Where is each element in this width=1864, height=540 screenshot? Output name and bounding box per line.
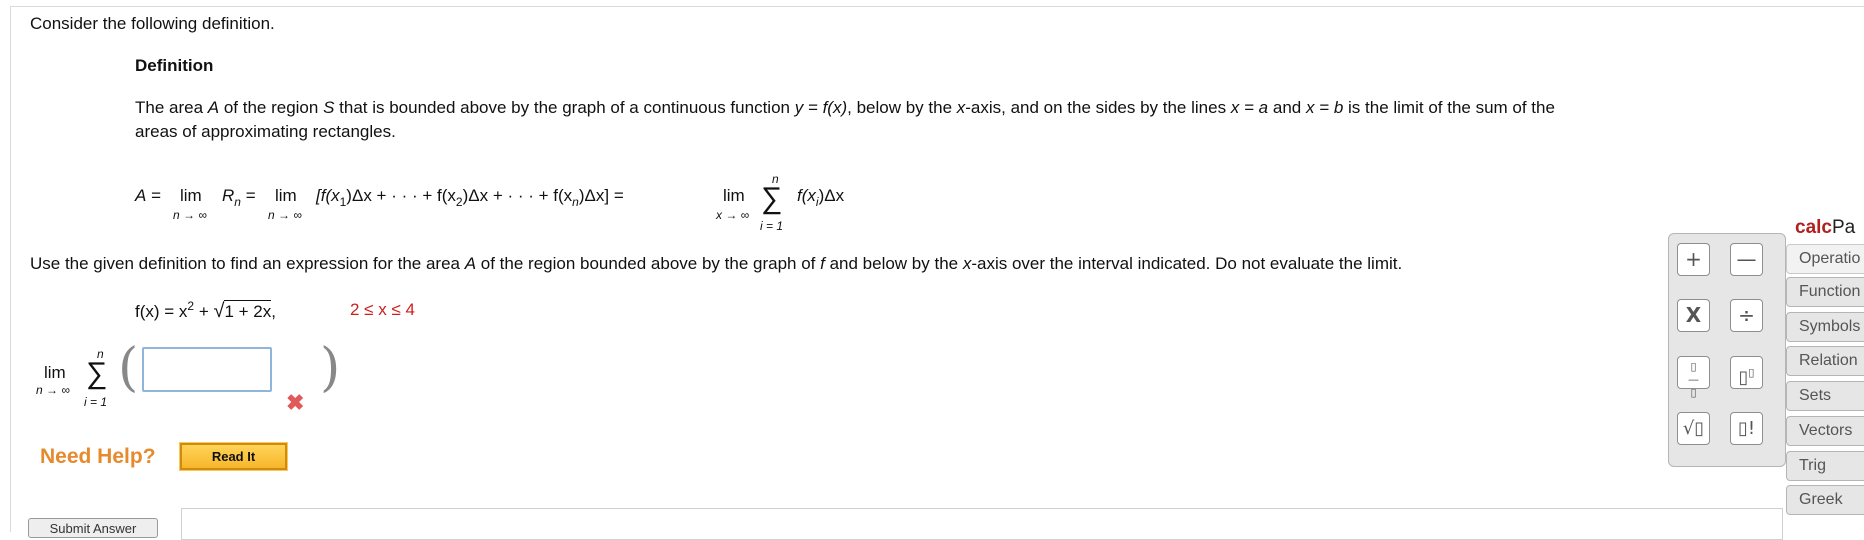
tab-trig[interactable]: Trig [1786, 451, 1864, 481]
rn-term: Rn = [222, 186, 256, 209]
need-help-label: Need Help? [40, 445, 156, 468]
fraction-button[interactable]: ▯ — ▯ [1677, 356, 1710, 399]
submit-answer-button[interactable]: Submit Answer [28, 518, 158, 538]
sigma-symbol: ∑ [86, 357, 108, 390]
read-it-button[interactable]: Read It [179, 442, 288, 471]
lim-subscript: n → ∞ [173, 208, 207, 222]
tab-relations[interactable]: Relation [1786, 346, 1864, 376]
tab-symbols[interactable]: Symbols [1786, 312, 1864, 342]
calcpad-title: calcPa [1795, 217, 1856, 238]
exponent-button[interactable]: ▯▯ [1730, 356, 1763, 389]
divide-button[interactable]: ÷ [1730, 299, 1763, 332]
lim-subscript: n → ∞ [36, 383, 70, 397]
plus-button[interactable]: + [1677, 243, 1710, 276]
calcpad-operations-panel: + — X ÷ ▯ — ▯ ▯▯ √▯ ▯! [1668, 233, 1786, 467]
answer-input[interactable] [142, 347, 272, 392]
function-definition: f(x) = x2 + √1 + 2x, [135, 299, 276, 322]
minus-button[interactable]: — [1730, 243, 1763, 276]
sum-term: f(xi)Δx [797, 186, 845, 209]
definition-heading: Definition [135, 56, 214, 75]
sqrt-button[interactable]: √▯ [1677, 412, 1710, 445]
interval: 2 ≤ x ≤ 4 [350, 300, 415, 319]
sigma-symbol: ∑ [761, 182, 783, 215]
x-mark-icon: ✖ [286, 390, 305, 415]
right-paren: ) [320, 338, 341, 398]
tab-functions[interactable]: Function [1786, 277, 1864, 307]
multiply-button[interactable]: X [1677, 299, 1710, 332]
lim-label: lim [180, 186, 202, 205]
tab-greek[interactable]: Greek [1786, 485, 1864, 515]
task-instructions: Use the given definition to find an expr… [30, 254, 1403, 273]
page-frame-left [10, 6, 11, 532]
left-paren: ( [118, 338, 139, 398]
lim-label: lim [723, 186, 745, 205]
lim-label: lim [275, 186, 297, 205]
tab-operations[interactable]: Operatio [1786, 244, 1864, 274]
next-question-frame [181, 508, 1783, 540]
riemann-expansion: [f(x1)Δx + · · · + f(x2)Δx + · · · + f(x… [316, 186, 624, 209]
intro-text: Consider the following definition. [30, 14, 275, 33]
sum-lower-limit: i = 1 [760, 219, 784, 233]
definition-line-2: areas of approximating rectangles. [135, 122, 396, 141]
lim-subscript: n → ∞ [268, 208, 302, 222]
sum-lower-limit: i = 1 [84, 395, 108, 409]
page-frame-top [10, 0, 1864, 7]
lim-label: lim [44, 363, 66, 382]
tab-sets[interactable]: Sets [1786, 381, 1864, 411]
factorial-button[interactable]: ▯! [1730, 412, 1763, 445]
tab-vectors[interactable]: Vectors [1786, 416, 1864, 446]
definition-line-1: The area A of the region S that is bound… [135, 98, 1555, 117]
lim-subscript: x → ∞ [716, 208, 750, 222]
